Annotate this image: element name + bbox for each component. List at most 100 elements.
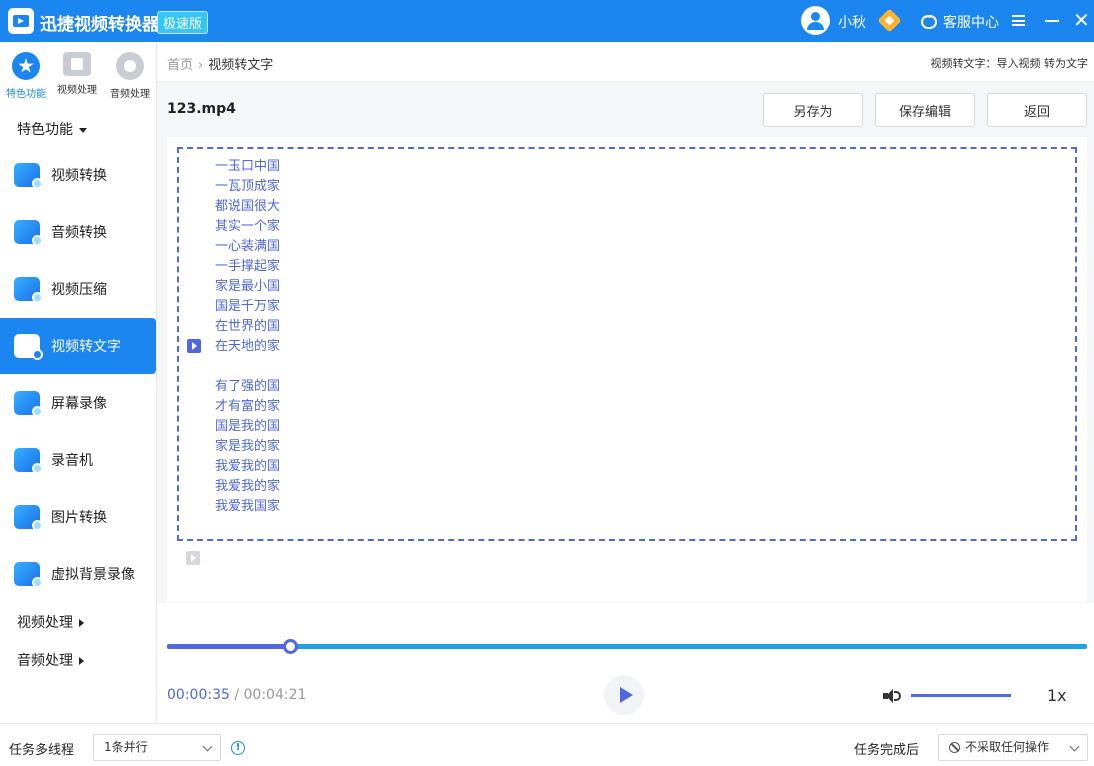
category-label: 特色功能: [6, 89, 46, 100]
caret-right-icon: [79, 619, 84, 627]
info-icon[interactable]: !: [231, 741, 245, 755]
category-video[interactable]: 视频处理: [51, 52, 103, 96]
transcript-line[interactable]: 我爱我的家: [215, 475, 280, 494]
transcript-line[interactable]: 都说国很大: [215, 195, 280, 214]
section-featured-toggle[interactable]: 特色功能: [17, 119, 87, 139]
sidebar-item-recorder[interactable]: 录音机: [0, 432, 156, 488]
sidebar-item-video-compress[interactable]: 视频压缩: [0, 261, 156, 317]
audio-convert-icon: [14, 220, 43, 246]
transcript-line[interactable]: 我爱我国家: [215, 495, 280, 514]
transcript-line[interactable]: 家是最小国: [215, 275, 280, 294]
main-header: 首页 › 视频转文字 视频转文字：导入视频 转为文字: [157, 42, 1094, 82]
transcript-line[interactable]: 家是我的家: [215, 435, 280, 454]
sidebar-item-label: 视频压缩: [51, 282, 107, 298]
sidebar-item-audio-convert[interactable]: 音频转换: [0, 204, 156, 260]
transcript-line[interactable]: 一心装满国: [215, 235, 280, 254]
sidebar-item-label: 视频转换: [51, 168, 107, 184]
support-button[interactable]: 客服中心: [921, 10, 999, 32]
playback-speed[interactable]: 1x: [1047, 686, 1067, 705]
video-convert-icon: [14, 163, 43, 189]
transcript-line[interactable]: 国是我的国: [215, 415, 280, 434]
menu-icon[interactable]: [1012, 15, 1025, 26]
after-task-select[interactable]: 不采取任何操作: [938, 734, 1088, 761]
category-audio[interactable]: 音频处理: [104, 52, 156, 100]
section-audio-toggle[interactable]: 音频处理: [17, 650, 84, 670]
feature-hint: 视频转文字：导入视频 转为文字: [930, 57, 1089, 70]
sidebar-item-label: 屏幕录像: [51, 396, 107, 412]
transcript-line[interactable]: 在天地的家: [215, 335, 280, 354]
film-icon: [63, 52, 91, 76]
status-bar: 任务多线程 1条并行 ! 任务完成后 不采取任何操作: [0, 723, 1094, 766]
breadcrumb-current: 视频转文字: [208, 58, 274, 73]
progress-thumb[interactable]: [283, 639, 299, 654]
segment-play-icon[interactable]: [187, 339, 201, 353]
breadcrumb: 首页 › 视频转文字: [167, 58, 274, 73]
edition-badge: 极速版: [157, 11, 209, 34]
threads-label: 任务多线程: [9, 743, 75, 758]
progress-fill: [167, 644, 291, 649]
app-title: 迅捷视频转换器: [40, 15, 159, 35]
transcript-line[interactable]: 在世界的国: [215, 315, 280, 334]
after-task-label: 任务完成后: [854, 743, 920, 758]
transcript-line[interactable]: 有了强的国: [215, 375, 280, 394]
transcript-line[interactable]: 我爱我的国: [215, 455, 280, 474]
category-featured[interactable]: 特色功能: [0, 52, 52, 100]
sidebar-item-virtual-bg[interactable]: 虚拟背景录像: [0, 546, 156, 602]
recorder-icon: [14, 448, 43, 474]
video-to-text-icon: [14, 334, 43, 360]
close-icon[interactable]: ✕: [1073, 8, 1090, 32]
transcript-line[interactable]: 一玉口中国: [215, 155, 280, 174]
star-icon: [12, 52, 40, 80]
time-display: 00:00:35 / 00:04:21: [167, 687, 307, 703]
caret-right-icon: [79, 657, 84, 665]
username[interactable]: 小秋: [838, 12, 866, 32]
back-button[interactable]: 返回: [987, 93, 1087, 127]
play-button[interactable]: [604, 675, 644, 715]
sidebar-item-label: 虚拟背景录像: [51, 567, 135, 583]
category-label: 音频处理: [110, 89, 150, 100]
minimize-icon[interactable]: [1045, 20, 1059, 22]
player-controls: 00:00:35 / 00:04:21 1x: [157, 603, 1094, 723]
transcript-line[interactable]: 其实一个家: [215, 215, 280, 234]
chat-icon: [921, 10, 937, 29]
transcript-line[interactable]: 一手撑起家: [215, 255, 280, 274]
sidebar-item-screen-record[interactable]: 屏幕录像: [0, 375, 156, 431]
video-compress-icon: [14, 277, 43, 303]
transcript-block[interactable]: 一玉口中国 一瓦顶成家 都说国很大 其实一个家 一心装满国 一手撑起家 家是最小国 国是千万家…: [177, 147, 1077, 541]
transcript-line[interactable]: 一瓦顶成家: [215, 175, 280, 194]
transcript-line[interactable]: 国是千万家: [215, 295, 280, 314]
sidebar-item-video-convert[interactable]: 视频转换: [0, 147, 156, 203]
screen-record-icon: [14, 391, 43, 417]
sidebar-item-image-convert[interactable]: 图片转换: [0, 489, 156, 545]
image-convert-icon: [14, 505, 43, 531]
transcript-editor[interactable]: 一玉口中国 一瓦顶成家 都说国很大 其实一个家 一心装满国 一手撑起家 家是最小国 国是千万家…: [167, 137, 1087, 602]
caret-down-icon: [79, 127, 87, 133]
total-time: 00:04:21: [243, 687, 307, 703]
virtual-bg-icon: [14, 562, 43, 588]
file-name: 123.mp4: [167, 101, 236, 117]
progress-bar[interactable]: [167, 639, 1087, 654]
current-time: 00:00:35: [167, 687, 230, 703]
music-icon: [116, 52, 144, 80]
support-label: 客服中心: [943, 15, 999, 31]
save-as-button[interactable]: 另存为: [763, 93, 863, 127]
ban-icon: [949, 742, 960, 753]
user-avatar-icon[interactable]: [801, 6, 830, 35]
vip-icon[interactable]: [877, 8, 902, 33]
save-edit-button[interactable]: 保存编辑: [875, 93, 975, 127]
segment-play-icon-inactive[interactable]: [186, 551, 200, 565]
volume-fill: [911, 694, 1011, 697]
sidebar-item-label: 视频转文字: [51, 339, 121, 355]
sidebar-item-label: 图片转换: [51, 510, 107, 526]
sidebar-item-label: 录音机: [51, 453, 93, 469]
transcript-line[interactable]: 才有富的家: [215, 395, 280, 414]
sidebar-item-video-to-text[interactable]: 视频转文字: [0, 318, 156, 374]
section-video-toggle[interactable]: 视频处理: [17, 612, 84, 632]
category-label: 视频处理: [57, 85, 97, 96]
threads-select[interactable]: 1条并行: [93, 734, 221, 761]
volume-icon[interactable]: [883, 688, 903, 704]
sidebar-item-label: 音频转换: [51, 225, 107, 241]
volume-slider[interactable]: [911, 694, 1011, 697]
chevron-down-icon: [202, 741, 213, 752]
breadcrumb-home[interactable]: 首页: [167, 58, 193, 73]
